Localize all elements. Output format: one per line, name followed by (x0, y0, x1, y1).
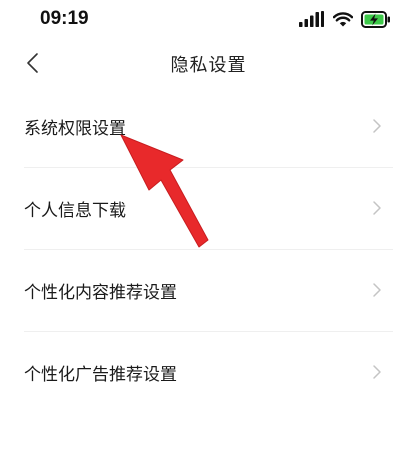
settings-item-label: 个性化内容推荐设置 (24, 283, 177, 303)
chevron-right-icon (373, 365, 381, 379)
battery-charging-icon (361, 10, 390, 28)
page-title: 隐私设置 (170, 55, 247, 76)
settings-item-system-permissions[interactable]: 系统权限设置 (0, 86, 417, 168)
settings-item-personalized-ads[interactable]: 个性化广告推荐设置 (0, 332, 417, 414)
settings-item-label: 系统权限设置 (24, 119, 126, 139)
wifi-icon (333, 12, 353, 27)
settings-item-label: 个人信息下载 (24, 201, 126, 221)
signal-icon (299, 11, 324, 27)
chevron-right-icon (373, 119, 381, 133)
navigation-bar: 隐私设置 (0, 38, 417, 86)
chevron-right-icon (373, 201, 381, 215)
settings-item-label: 个性化广告推荐设置 (24, 365, 177, 385)
settings-list: 系统权限设置 个人信息下载 个性化内容推荐设置 个性化广告推荐设置 (0, 86, 417, 414)
chevron-right-icon (373, 283, 381, 297)
settings-item-personalized-content[interactable]: 个性化内容推荐设置 (0, 250, 417, 332)
settings-item-personal-info-download[interactable]: 个人信息下载 (0, 168, 417, 250)
status-icons (299, 10, 391, 28)
status-bar: 09:19 (0, 0, 417, 38)
status-time: 09:19 (40, 8, 89, 29)
